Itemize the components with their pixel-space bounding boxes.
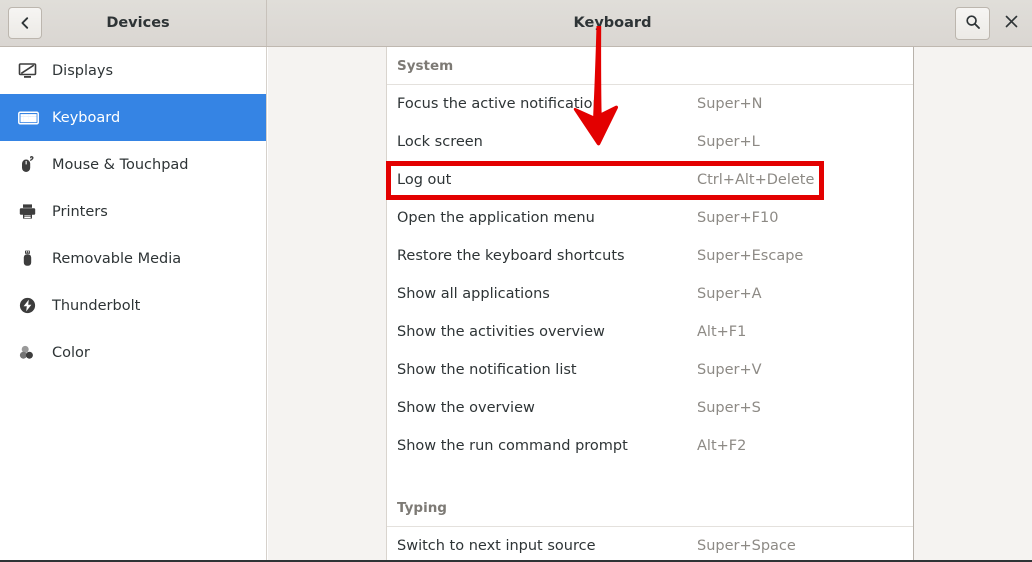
shortcut-name: Show the notification list	[397, 362, 577, 378]
content-area: System Focus the active notification Sup…	[268, 47, 1032, 560]
printer-icon	[18, 202, 48, 222]
search-button[interactable]	[955, 7, 990, 40]
shortcut-accelerator: Ctrl+Alt+Delete	[697, 172, 815, 188]
sidebar-item-displays[interactable]: Displays	[0, 47, 266, 94]
shortcut-accelerator: Super+Escape	[697, 248, 804, 264]
sidebar-item-label: Color	[52, 344, 90, 361]
shortcut-row-focus-the-active-notification[interactable]: Focus the active notification Super+N	[387, 85, 913, 123]
shortcut-name: Show the overview	[397, 400, 535, 416]
back-button[interactable]	[8, 7, 42, 39]
shortcut-accelerator: Super+V	[697, 362, 762, 378]
shortcut-name: Show the activities overview	[397, 324, 605, 340]
sidebar-item-label: Displays	[52, 62, 114, 79]
sidebar-item-removable-media[interactable]: Removable Media	[0, 235, 266, 282]
shortcut-row-open-the-application-menu[interactable]: Open the application menu Super+F10	[387, 199, 913, 237]
shortcut-row-show-the-notification-list[interactable]: Show the notification list Super+V	[387, 351, 913, 389]
sidebar-item-label: Removable Media	[52, 250, 182, 267]
shortcut-accelerator: Super+S	[697, 400, 761, 416]
shortcut-name: Show all applications	[397, 286, 550, 302]
shortcut-row-show-the-run-command-prompt[interactable]: Show the run command prompt Alt+F2	[387, 427, 913, 465]
shortcut-row-log-out[interactable]: Log out Ctrl+Alt+Delete	[387, 161, 913, 199]
sidebar-item-label: Mouse & Touchpad	[52, 156, 189, 173]
usb-drive-icon	[18, 249, 48, 269]
shortcut-accelerator: Alt+F1	[697, 324, 747, 340]
color-profile-icon	[18, 343, 48, 363]
sidebar-item-mouse-touchpad[interactable]: Mouse & Touchpad	[0, 141, 266, 188]
shortcut-accelerator: Super+L	[697, 134, 760, 150]
sidebar-item-color[interactable]: Color	[0, 329, 266, 376]
content-header: Keyboard	[267, 0, 1032, 46]
mouse-icon	[18, 155, 48, 175]
shortcut-name: Lock screen	[397, 134, 483, 150]
shortcut-name: Switch to next input source	[397, 538, 596, 554]
page-title: Keyboard	[573, 15, 652, 31]
sidebar[interactable]: Displays Keyboard Mouse & Touchpad Print…	[0, 47, 267, 560]
section-spacer	[387, 465, 913, 489]
sidebar-item-label: Printers	[52, 203, 108, 220]
shortcut-row-lock-screen[interactable]: Lock screen Super+L	[387, 123, 913, 161]
shortcut-name: Show the run command prompt	[397, 438, 628, 454]
shortcut-name: Restore the keyboard shortcuts	[397, 248, 625, 264]
shortcut-row-show-the-activities-overview[interactable]: Show the activities overview Alt+F1	[387, 313, 913, 351]
sidebar-item-label: Thunderbolt	[52, 297, 141, 314]
sidebar-item-label: Keyboard	[52, 109, 121, 126]
close-button[interactable]	[990, 7, 1032, 40]
shortcut-row-show-all-applications[interactable]: Show all applications Super+A	[387, 275, 913, 313]
shortcut-accelerator: Super+A	[697, 286, 762, 302]
shortcut-name: Open the application menu	[397, 210, 595, 226]
shortcut-accelerator: Alt+F2	[697, 438, 747, 454]
section-header-typing: Typing	[387, 489, 913, 527]
sidebar-item-printers[interactable]: Printers	[0, 188, 266, 235]
search-icon	[965, 14, 981, 34]
header-bar: Devices Keyboard	[0, 0, 1032, 47]
settings-window: Devices Keyboard Displays Keyboard Mouse…	[0, 0, 1032, 562]
shortcut-row-show-the-overview[interactable]: Show the overview Super+S	[387, 389, 913, 427]
shortcut-accelerator: Super+Space	[697, 538, 796, 554]
close-icon	[1005, 15, 1018, 32]
display-icon	[18, 61, 48, 81]
shortcut-name: Focus the active notification	[397, 96, 602, 112]
shortcut-accelerator: Super+F10	[697, 210, 779, 226]
section-header-system: System	[387, 47, 913, 85]
shortcut-name: Log out	[397, 172, 452, 188]
sidebar-header: Devices	[0, 0, 267, 46]
shortcut-accelerator: Super+N	[697, 96, 763, 112]
shortcuts-list-panel[interactable]: System Focus the active notification Sup…	[386, 47, 914, 560]
sidebar-item-thunderbolt[interactable]: Thunderbolt	[0, 282, 266, 329]
chevron-left-icon	[18, 16, 32, 30]
thunderbolt-icon	[18, 296, 48, 316]
shortcut-row-switch-to-next-input-source[interactable]: Switch to next input source Super+Space	[387, 527, 913, 560]
keyboard-icon	[18, 108, 48, 128]
shortcut-row-restore-the-keyboard-shortcuts[interactable]: Restore the keyboard shortcuts Super+Esc…	[387, 237, 913, 275]
sidebar-item-keyboard[interactable]: Keyboard	[0, 94, 266, 141]
